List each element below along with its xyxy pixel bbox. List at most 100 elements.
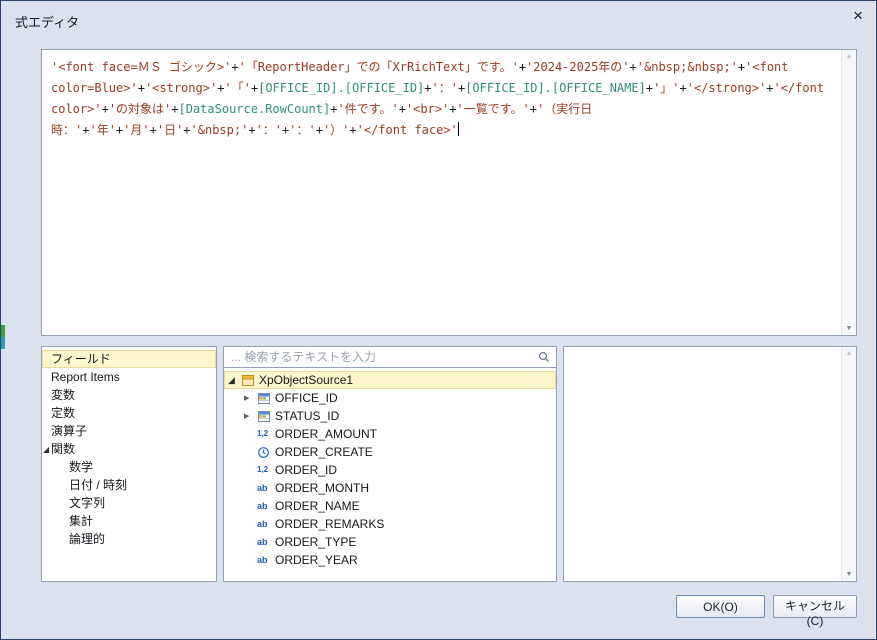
clock-icon bbox=[257, 446, 275, 459]
search-input[interactable] bbox=[224, 347, 556, 367]
number-icon: 1,2 bbox=[257, 465, 269, 474]
expression-token-str: '&nbsp;&nbsp;' bbox=[636, 60, 738, 74]
expression-token-fld: [DataSource.RowCount] bbox=[178, 102, 331, 116]
category-item[interactable]: 日付 / 時刻 bbox=[42, 476, 216, 494]
expression-token-str: '「ReportHeader」での「XrRichText」です。' bbox=[238, 60, 519, 74]
expression-token-op: + bbox=[424, 81, 432, 95]
search-icon[interactable] bbox=[538, 351, 550, 366]
tree-item-label: ORDER_MONTH bbox=[275, 481, 370, 495]
ok-button[interactable]: OK(O) bbox=[676, 595, 765, 618]
expression-token-str: '</strong>' bbox=[686, 81, 767, 95]
expression-memo[interactable]: '<font face=ＭＳ ゴシック>'+'「ReportHeader」での「… bbox=[41, 49, 857, 336]
datasource-icon bbox=[241, 374, 259, 387]
expression-token-str: '</font face>' bbox=[356, 123, 458, 137]
expression-token-op: + bbox=[679, 81, 687, 95]
expression-text[interactable]: '<font face=ＭＳ ゴシック>'+'「ReportHeader」での「… bbox=[42, 50, 840, 335]
text-icon: ab bbox=[257, 500, 268, 511]
category-item[interactable]: 集計 bbox=[42, 512, 216, 530]
text-caret bbox=[457, 122, 459, 136]
expression-token-str: '：' bbox=[431, 81, 458, 95]
expression-token-str: '年' bbox=[89, 123, 116, 137]
expression-token-op: + bbox=[149, 123, 157, 137]
category-item-label: フィールド bbox=[51, 352, 111, 366]
expression-token-op: + bbox=[449, 102, 457, 116]
tree-item[interactable]: ▶ OFFICE_ID bbox=[224, 389, 556, 407]
tree-item-label: ORDER_ID bbox=[275, 463, 338, 477]
expression-token-op: + bbox=[248, 123, 256, 137]
tree-item[interactable]: ab ORDER_YEAR bbox=[224, 551, 556, 569]
expression-token-str: '：' bbox=[255, 123, 283, 137]
expression-token-str: '月' bbox=[123, 123, 150, 137]
expression-token-op: + bbox=[398, 102, 406, 116]
expression-token-str: '「' bbox=[224, 81, 251, 95]
scroll-up-icon[interactable]: ▲ bbox=[842, 53, 856, 60]
scroll-down-icon[interactable]: ▼ bbox=[842, 571, 856, 578]
tree-item[interactable]: ab ORDER_REMARKS bbox=[224, 515, 556, 533]
expression-token-op: + bbox=[629, 60, 637, 74]
tree-item[interactable]: 1,2 ORDER_AMOUNT bbox=[224, 425, 556, 443]
close-icon[interactable]: × bbox=[853, 7, 863, 25]
text-icon: ab bbox=[257, 482, 268, 493]
expression-token-op: + bbox=[231, 60, 239, 74]
category-item-label: 論理的 bbox=[69, 532, 106, 546]
tree-item[interactable]: 1,2 ORDER_ID bbox=[224, 461, 556, 479]
category-list: フィールド Report Items 変数定数演算子 ◢ 関数数学日付 / 時刻 文字列集… bbox=[41, 346, 217, 582]
category-item[interactable]: ◢ 関数 bbox=[42, 440, 216, 458]
tree-item[interactable]: ab ORDER_NAME bbox=[224, 497, 556, 515]
category-item[interactable]: 論理的 bbox=[42, 530, 216, 548]
expression-token-op: + bbox=[101, 102, 109, 116]
expression-token-str: '件です。' bbox=[337, 102, 399, 116]
tree-item-label: STATUS_ID bbox=[275, 409, 340, 423]
category-item[interactable]: 変数 bbox=[42, 386, 216, 404]
expression-token-op: + bbox=[315, 123, 323, 137]
expression-token-str: '2024-2025年の' bbox=[526, 60, 630, 74]
category-item-label: 変数 bbox=[51, 388, 76, 402]
expression-token-op: + bbox=[529, 102, 538, 116]
expression-editor-dialog: 式エディタ × '<font face=ＭＳ ゴシック>'+'「ReportHe… bbox=[0, 0, 877, 640]
expression-token-fld: [OFFICE_ID].[OFFICE_NAME] bbox=[465, 81, 646, 95]
category-item[interactable]: 文字列 bbox=[42, 494, 216, 512]
expander-icon[interactable]: ▶ bbox=[244, 395, 257, 402]
text-icon: ab bbox=[257, 518, 268, 529]
tree-item[interactable]: ab ORDER_MONTH bbox=[224, 479, 556, 497]
category-item-label: 文字列 bbox=[69, 496, 106, 510]
expander-icon[interactable]: ▶ bbox=[244, 413, 257, 420]
category-item-label: 数学 bbox=[69, 460, 94, 474]
tree-item[interactable]: ORDER_CREATE bbox=[224, 443, 556, 461]
tree-item-label: ORDER_AMOUNT bbox=[275, 427, 378, 441]
cancel-button[interactable]: キャンセル(C) bbox=[773, 595, 857, 628]
expression-token-op: + bbox=[137, 81, 145, 95]
expression-token-str: '：' bbox=[289, 123, 316, 137]
tree-item-label: ORDER_NAME bbox=[275, 499, 360, 513]
expander-icon[interactable]: ◢ bbox=[43, 441, 49, 459]
number-icon: 1,2 bbox=[257, 429, 269, 438]
expression-token-str: '」' bbox=[653, 81, 680, 95]
expression-token-op: + bbox=[645, 81, 654, 95]
category-item[interactable]: フィールド bbox=[42, 350, 216, 368]
category-item[interactable]: Report Items bbox=[42, 368, 216, 386]
category-item[interactable]: 数学 bbox=[42, 458, 216, 476]
table-icon bbox=[257, 392, 275, 405]
scroll-up-icon[interactable]: ▲ bbox=[842, 350, 856, 357]
background-artifact bbox=[1, 325, 5, 337]
tree-item[interactable]: ▶ STATUS_ID bbox=[224, 407, 556, 425]
expression-token-fld: [OFFICE_ID].[OFFICE_ID] bbox=[258, 81, 425, 95]
expression-token-str: '<font face=ＭＳ ゴシック>' bbox=[51, 60, 232, 74]
tree-item[interactable]: ab ORDER_TYPE bbox=[224, 533, 556, 551]
expander-icon[interactable]: ◢ bbox=[228, 375, 241, 385]
scroll-down-icon[interactable]: ▼ bbox=[842, 325, 856, 332]
expression-token-op: + bbox=[349, 123, 357, 137]
expression-token-str: '）' bbox=[322, 123, 350, 137]
category-item[interactable]: 演算子 bbox=[42, 422, 216, 440]
category-item-label: 日付 / 時刻 bbox=[69, 478, 128, 492]
memo-scrollbar[interactable]: ▲ ▼ bbox=[841, 50, 856, 335]
tree-item[interactable]: ◢ XpObjectSource1 bbox=[224, 371, 556, 389]
tree-item-label: ORDER_CREATE bbox=[275, 445, 373, 459]
category-item[interactable]: 定数 bbox=[42, 404, 216, 422]
dialog-title: 式エディタ bbox=[15, 15, 80, 30]
category-item-label: 演算子 bbox=[51, 424, 88, 438]
tree-item-label: ORDER_REMARKS bbox=[275, 517, 385, 531]
table-icon bbox=[257, 410, 275, 423]
description-scrollbar[interactable]: ▲ ▼ bbox=[841, 347, 856, 581]
tree-item-label: OFFICE_ID bbox=[275, 391, 338, 405]
